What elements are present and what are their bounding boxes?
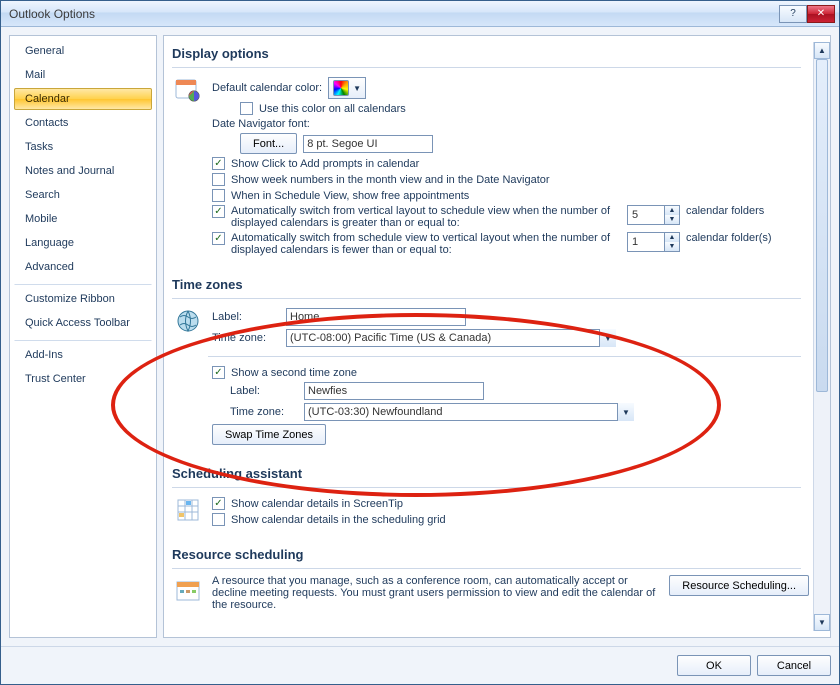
use-color-all-label: Use this color on all calendars (259, 103, 406, 115)
secondary-label-label: Label: (230, 385, 298, 397)
spin-down-icon[interactable]: ▼ (665, 242, 679, 251)
auto-switch-vertical-spinner[interactable]: ▲▼ (627, 232, 680, 252)
schedule-view-free-checkbox[interactable] (212, 189, 225, 202)
show-screentip-checkbox[interactable]: ✓ (212, 497, 225, 510)
sidebar-item-trust-center[interactable]: Trust Center (14, 368, 152, 390)
sidebar-item-addins[interactable]: Add-Ins (14, 340, 152, 366)
close-button[interactable]: ✕ (807, 5, 835, 23)
auto-switch-vertical-label: Automatically switch from schedule view … (231, 232, 621, 256)
show-second-tz-checkbox[interactable]: ✓ (212, 366, 225, 379)
sidebar-item-advanced[interactable]: Advanced (14, 256, 152, 278)
sidebar-item-general[interactable]: General (14, 40, 152, 62)
auto-switch-schedule-value[interactable] (628, 206, 664, 224)
sidebar-item-qat[interactable]: Quick Access Toolbar (14, 312, 152, 334)
sidebar-item-search[interactable]: Search (14, 184, 152, 206)
footer: OK Cancel (1, 646, 839, 684)
sidebar-item-mobile[interactable]: Mobile (14, 208, 152, 230)
section-header-display-options: Display options (172, 42, 801, 68)
sidebar-item-language[interactable]: Language (14, 232, 152, 254)
default-color-dropdown[interactable]: ▼ (328, 77, 366, 99)
section-header-time-zones: Time zones (172, 273, 801, 299)
window-title: Outlook Options (9, 7, 779, 21)
section-header-scheduling-assistant: Scheduling assistant (172, 462, 801, 488)
scrollbar[interactable]: ▲ ▼ (813, 42, 830, 631)
show-week-numbers-checkbox[interactable] (212, 173, 225, 186)
cancel-button[interactable]: Cancel (757, 655, 831, 676)
primary-zone-select[interactable]: (UTC-08:00) Pacific Time (US & Canada) (286, 329, 616, 347)
sidebar-item-notes-journal[interactable]: Notes and Journal (14, 160, 152, 182)
color-swatch-icon (333, 80, 349, 96)
swap-time-zones-button[interactable]: Swap Time Zones (212, 424, 326, 445)
titlebar: Outlook Options ? ✕ (1, 1, 839, 27)
use-color-all-checkbox[interactable] (240, 102, 253, 115)
font-button[interactable]: Font... (240, 133, 297, 154)
primary-label-label: Label: (212, 311, 280, 323)
auto-switch-schedule-label: Automatically switch from vertical layou… (231, 205, 621, 229)
sidebar-item-mail[interactable]: Mail (14, 64, 152, 86)
font-value-field[interactable] (303, 135, 433, 153)
secondary-zone-select[interactable]: (UTC-03:30) Newfoundland (304, 403, 634, 421)
show-grid-checkbox[interactable] (212, 513, 225, 526)
resource-text: A resource that you manage, such as a co… (212, 575, 659, 611)
calendar-icon (172, 74, 204, 106)
spin-up-icon[interactable]: ▲ (665, 206, 679, 215)
auto-switch-vertical-checkbox[interactable]: ✓ (212, 232, 225, 245)
show-grid-label: Show calendar details in the scheduling … (231, 514, 446, 526)
show-screentip-label: Show calendar details in ScreenTip (231, 498, 403, 510)
secondary-zone-label: Time zone: (230, 406, 298, 418)
scroll-thumb[interactable] (816, 59, 828, 392)
schedule-view-free-label: When in Schedule View, show free appoint… (231, 190, 469, 202)
primary-zone-label: Time zone: (212, 332, 280, 344)
section-header-resource-scheduling: Resource scheduling (172, 543, 801, 569)
spin-down-icon[interactable]: ▼ (665, 215, 679, 224)
globe-icon (172, 305, 204, 337)
auto-switch-vertical-value[interactable] (628, 233, 664, 251)
date-nav-font-label: Date Navigator font: (212, 118, 310, 130)
scheduling-icon (172, 494, 204, 526)
secondary-label-field[interactable] (304, 382, 484, 400)
primary-label-field[interactable] (286, 308, 466, 326)
resource-scheduling-button[interactable]: Resource Scheduling... (669, 575, 809, 596)
scroll-up-icon[interactable]: ▲ (814, 42, 830, 59)
auto-switch-vertical-suffix: calendar folder(s) (686, 232, 772, 244)
help-button[interactable]: ? (779, 5, 807, 23)
spin-up-icon[interactable]: ▲ (665, 233, 679, 242)
show-second-tz-label: Show a second time zone (231, 367, 357, 379)
auto-switch-schedule-spinner[interactable]: ▲▼ (627, 205, 680, 225)
sidebar-item-tasks[interactable]: Tasks (14, 136, 152, 158)
ok-button[interactable]: OK (677, 655, 751, 676)
auto-switch-schedule-checkbox[interactable]: ✓ (212, 205, 225, 218)
show-click-add-checkbox[interactable]: ✓ (212, 157, 225, 170)
scroll-down-icon[interactable]: ▼ (814, 614, 830, 631)
show-click-add-label: Show Click to Add prompts in calendar (231, 158, 419, 170)
sidebar-item-calendar[interactable]: Calendar (14, 88, 152, 110)
sidebar-item-customize-ribbon[interactable]: Customize Ribbon (14, 284, 152, 310)
auto-switch-schedule-suffix: calendar folders (686, 205, 764, 217)
sidebar: General Mail Calendar Contacts Tasks Not… (9, 35, 157, 638)
show-week-numbers-label: Show week numbers in the month view and … (231, 174, 550, 186)
resource-icon (172, 575, 204, 607)
default-color-label: Default calendar color: (212, 82, 322, 94)
sidebar-item-contacts[interactable]: Contacts (14, 112, 152, 134)
